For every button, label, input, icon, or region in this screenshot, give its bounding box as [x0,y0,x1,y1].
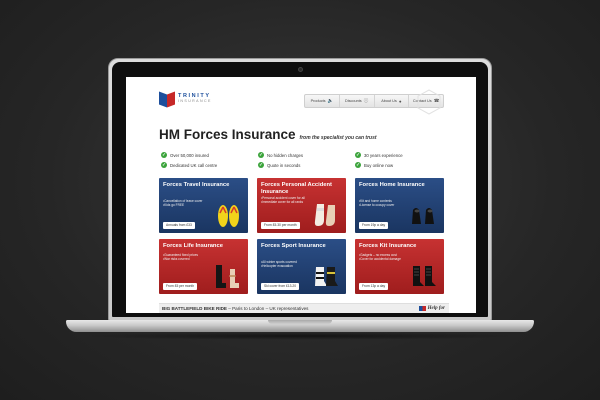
card-title: Forces Personal Accident Insurance [261,182,332,195]
card-home-insurance[interactable]: Forces Home Insurance Kit and home conte… [355,178,444,233]
charity-banner[interactable]: BIG BATTLEFIELD BIKE RIDE – Paris to Lon… [159,303,449,313]
card-title: Forces Home Insurance [359,182,425,188]
check-icon: ✓ [355,162,361,168]
card-bullets: Gadgets – no excess cost Cover for accid… [359,253,409,261]
feature-item: ✓ Dedicated UK call centre [161,162,218,168]
card-price-button[interactable]: Ski cover from £13.20 [261,283,300,290]
card-bullets: Kit and home contents License to occupy … [359,199,409,207]
trinity-logo-icon [159,91,175,108]
user-icon: ● [398,98,402,104]
card-bullets: Guaranteed fixed prices War risks covere… [163,253,213,261]
ski-boots-icon [315,267,338,286]
check-icon: ✓ [258,152,264,158]
check-icon: ✓ [161,152,167,158]
nav-item-about[interactable]: About Us ● [375,95,410,107]
tagline: from the specialist you can trust [299,135,377,141]
product-cards: Forces Travel Insurance Cancellation of … [159,178,449,294]
laptop-shadow [80,332,520,340]
shoes-icon [412,208,434,224]
logo-sub: INSURANCE [178,99,212,104]
card-title: Forces Kit Insurance [359,243,417,249]
hexagon-decoration-icon [417,89,441,115]
site-header: TRINITY INSURANCE Products 🔈 Discounts ⓘ… [126,77,476,117]
hero: HM Forces Insurance from the specialist … [159,127,377,142]
card-bullets: All winter sports covered Helicopter eva… [261,260,311,268]
card-price-button[interactable]: From 13p a day [359,283,389,290]
nav-label: About Us [381,99,397,103]
banner-text: BIG BATTLEFIELD BIKE RIDE – Paris to Lon… [162,306,309,311]
nav-label: Products [310,99,326,103]
help-for-heroes-logo: Help for [418,306,445,311]
card-title: Forces Travel Insurance [163,182,230,188]
check-icon: ✓ [355,152,361,158]
card-price-button[interactable]: From £5.30 per month [261,222,300,229]
laptop-bezel: TRINITY INSURANCE Products 🔈 Discounts ⓘ… [112,62,488,317]
check-icon: ✓ [161,162,167,168]
feature-item: ✓ Over 50,000 insured [161,152,209,158]
page-title: HM Forces Insurance [159,127,296,142]
card-life-insurance[interactable]: Forces Life Insurance Guaranteed fixed p… [159,239,248,294]
features-list: ✓ Over 50,000 insured ✓ No hidden charges … [161,152,461,168]
info-icon: ⓘ [363,98,369,103]
card-kit-insurance[interactable]: Forces Kit Insurance Gadgets – no excess… [355,239,444,294]
card-title: Forces Sport Insurance [261,243,326,249]
card-travel-insurance[interactable]: Forces Travel Insurance Cancellation of … [159,178,248,233]
card-sport-insurance[interactable]: Forces Sport Insurance All winter sports… [257,239,346,294]
speaker-icon: 🔈 [327,98,334,103]
card-price-button[interactable]: Annuals from £33 [163,222,195,229]
laptop-lid: TRINITY INSURANCE Products 🔈 Discounts ⓘ… [108,58,492,321]
nav-item-products[interactable]: Products 🔈 [305,95,340,107]
card-title: Forces Life Insurance [163,243,223,249]
webcam-icon [298,67,303,72]
card-price-button[interactable]: From 19p a day [359,222,389,229]
flag-icon [418,306,426,311]
combat-boots-icon [413,266,436,286]
feature-item: ✓ 30 years experience [355,152,403,158]
card-bullets: Cancellation of leave cover Kids go FREE [163,199,213,207]
nav-item-discounts[interactable]: Discounts ⓘ [340,95,375,107]
laptop-notch [268,320,332,324]
nav-label: Discounts [345,99,362,103]
feature-item: ✓ Buy online now [355,162,394,168]
card-price-button[interactable]: From £5 per month [163,283,198,290]
feature-item: ✓ Quote in seconds [258,162,301,168]
site-logo[interactable]: TRINITY INSURANCE [159,91,212,108]
card-bullets: Personal accident cover for all Immediat… [261,196,311,204]
feature-item: ✓ No hidden charges [258,152,304,158]
check-icon: ✓ [258,162,264,168]
card-personal-accident-insurance[interactable]: Forces Personal Accident Insurance Perso… [257,178,346,233]
bandaged-feet-icon [314,204,335,226]
wellington-boots-icon [216,265,239,288]
flip-flops-icon [218,205,239,227]
laptop-screen: TRINITY INSURANCE Products 🔈 Discounts ⓘ… [126,77,476,313]
